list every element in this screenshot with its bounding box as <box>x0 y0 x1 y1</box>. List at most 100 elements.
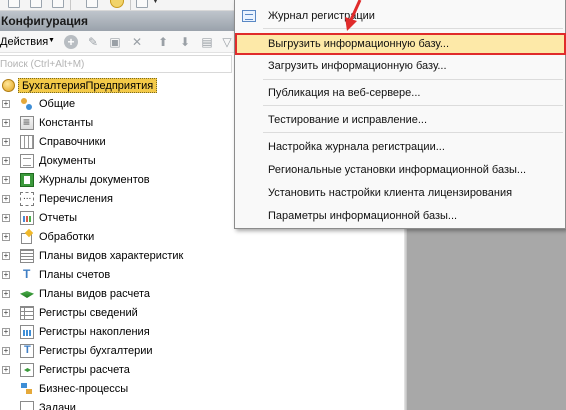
menu-item-label: Публикация на веб-сервере... <box>268 87 421 99</box>
filter-icon[interactable]: ▽ <box>220 35 234 49</box>
tree-item-label: Планы счетов <box>39 269 111 281</box>
chevron-down-icon[interactable]: ▼ <box>152 0 159 5</box>
accounting-registers-icon <box>20 344 34 358</box>
menu-item-label: Параметры информационной базы... <box>268 210 458 222</box>
search-input[interactable] <box>0 56 231 72</box>
tasks-icon <box>20 401 34 410</box>
sort-icon[interactable]: ▤ <box>200 35 214 49</box>
event-log-icon <box>242 10 256 22</box>
menu-separator <box>263 79 563 80</box>
menu-separator <box>263 132 563 133</box>
characteristic-types-icon <box>20 249 34 263</box>
move-up-icon[interactable]: ⬆ <box>156 35 170 49</box>
expand-icon[interactable]: + <box>2 271 10 279</box>
tree-item-label: Регистры бухгалтерии <box>39 345 153 357</box>
expand-icon[interactable]: + <box>2 233 10 241</box>
menu-separator <box>263 105 563 106</box>
tree-item-label: Обработки <box>39 231 95 243</box>
calculation-types-icon <box>20 287 34 301</box>
catalogs-icon <box>20 135 34 149</box>
tree-item[interactable]: + Планы счетов <box>0 266 404 285</box>
tree-item[interactable]: +Задачи <box>0 399 404 410</box>
new-document-icon[interactable] <box>8 0 20 8</box>
expand-icon[interactable]: + <box>2 138 10 146</box>
configuration-root-icon <box>2 79 15 92</box>
toolbar-divider <box>130 0 131 10</box>
edit-pencil-icon[interactable]: ✎ <box>86 35 100 49</box>
menu-item[interactable]: Выгрузить информационную базу... <box>236 34 564 54</box>
menu-item-label: Выгрузить информационную базу... <box>268 38 449 50</box>
accumulation-registers-icon <box>20 325 34 339</box>
add-icon[interactable]: + <box>64 35 78 49</box>
expand-icon[interactable]: + <box>2 176 10 184</box>
save-icon[interactable] <box>52 0 64 8</box>
data-processors-icon <box>20 230 34 244</box>
expand-icon[interactable]: + <box>2 252 10 260</box>
tree-item[interactable]: + Регистры накопления <box>0 323 404 342</box>
administration-dropdown-menu: Журнал регистрации Выгрузить информационн… <box>234 0 566 229</box>
expand-icon[interactable]: + <box>2 157 10 165</box>
expand-icon[interactable]: + <box>2 214 10 222</box>
tree-item-label: Общие <box>39 98 76 110</box>
tree-item-label: Бизнес-процессы <box>39 383 129 395</box>
tree-item[interactable]: + Регистры сведений <box>0 304 404 323</box>
panel-title: Конфигурация <box>1 14 89 28</box>
tree-root-label[interactable]: БухгалтерияПредприятия <box>18 78 158 93</box>
documents-icon <box>20 154 34 168</box>
menu-item[interactable]: Публикация на веб-сервере... <box>236 83 564 103</box>
tree-item-label: Задачи <box>39 402 76 410</box>
tree-item[interactable]: + Планы видов расчета <box>0 285 404 304</box>
business-processes-icon <box>20 382 34 396</box>
calculation-registers-icon <box>20 363 34 377</box>
information-registers-icon <box>20 306 34 320</box>
menu-item[interactable]: Региональные установки информационной ба… <box>236 160 564 180</box>
tree-item[interactable]: + Регистры бухгалтерии <box>0 342 404 361</box>
actions-menu-button[interactable]: Действия <box>0 36 48 48</box>
menu-item-label: Журнал регистрации <box>268 10 375 22</box>
expand-icon[interactable]: + <box>2 347 10 355</box>
lightbulb-icon[interactable] <box>110 0 124 8</box>
menu-item-label: Настройка журнала регистрации... <box>268 141 445 153</box>
tree-item-label: Регистры сведений <box>39 307 138 319</box>
expand-icon[interactable]: + <box>2 195 10 203</box>
reports-icon <box>20 211 34 225</box>
menu-item[interactable]: Загрузить информационную базу... <box>236 56 564 76</box>
constants-icon <box>20 115 34 130</box>
tree-item[interactable]: + Планы видов характеристик <box>0 247 404 266</box>
chevron-down-icon[interactable]: ▼ <box>48 37 55 44</box>
charts-of-accounts-icon <box>20 267 34 282</box>
expand-icon[interactable]: + <box>2 100 10 108</box>
expand-icon[interactable]: + <box>2 119 10 127</box>
expand-icon[interactable]: + <box>2 290 10 298</box>
menu-item-label: Тестирование и исправление... <box>268 114 428 126</box>
delete-icon[interactable]: ✕ <box>130 35 144 49</box>
search-icon[interactable] <box>86 0 98 8</box>
expand-icon[interactable]: + <box>2 309 10 317</box>
tree-item-label: Регистры расчета <box>39 364 130 376</box>
tree-search <box>0 55 232 73</box>
toolbar-divider <box>70 0 71 10</box>
menu-item[interactable]: Параметры информационной базы... <box>236 206 564 226</box>
open-icon[interactable] <box>30 0 42 8</box>
tree-item-label: Планы видов характеристик <box>39 250 184 262</box>
menu-item[interactable]: Тестирование и исправление... <box>236 110 564 130</box>
tree-item[interactable]: + Регистры расчета <box>0 361 404 380</box>
copy-icon[interactable]: ▣ <box>108 35 122 49</box>
tree-item-label: Перечисления <box>39 193 113 205</box>
move-down-icon[interactable]: ⬇ <box>178 35 192 49</box>
enumerations-icon <box>20 191 34 206</box>
tree-item-label: Журналы документов <box>39 174 150 186</box>
menu-separator <box>263 28 563 29</box>
tree-item[interactable]: +Бизнес-процессы <box>0 380 404 399</box>
expand-icon[interactable]: + <box>2 366 10 374</box>
tree-item-label: Планы видов расчета <box>39 288 151 300</box>
tool-icon[interactable] <box>136 0 148 8</box>
menu-item-label: Региональные установки информационной ба… <box>268 164 527 176</box>
tree-item[interactable]: + Обработки <box>0 228 404 247</box>
expand-icon[interactable]: + <box>2 328 10 336</box>
menu-item-label: Загрузить информационную базу... <box>268 60 447 72</box>
menu-item[interactable]: Настройка журнала регистрации... <box>236 137 564 157</box>
tree-item-label: Константы <box>39 117 94 129</box>
menu-item[interactable]: Журнал регистрации <box>236 6 564 26</box>
menu-item[interactable]: Установить настройки клиента лицензирова… <box>236 183 564 203</box>
